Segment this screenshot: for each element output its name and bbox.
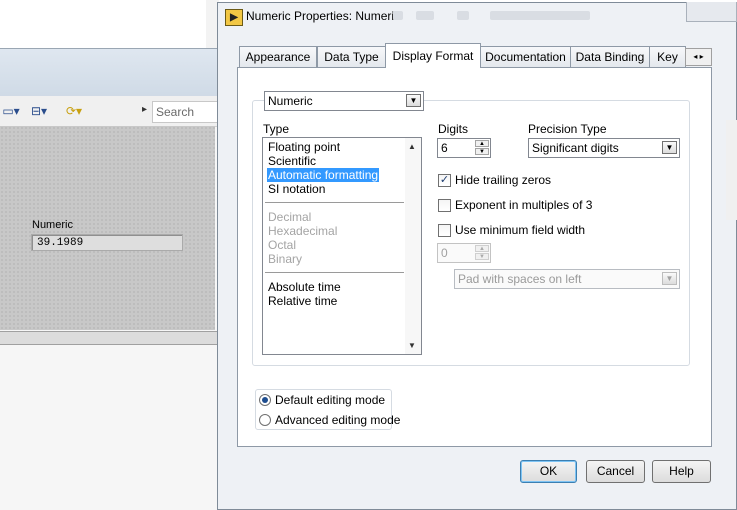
hide-trailing-zeros-checkbox[interactable]: ✓ [438,174,451,187]
list-item-disabled: Decimal [268,210,312,224]
decrement-icon: ▼ [475,253,489,260]
tab-key[interactable]: Key [649,46,686,68]
type-label: Type [263,122,290,136]
obscured-text [490,11,590,20]
list-item-disabled: Octal [268,238,297,252]
advanced-editing-mode-radio[interactable] [259,414,271,426]
obscured-text [416,11,434,20]
tab-scroll-arrows[interactable]: ◂ ▸ [685,48,712,66]
distribute-objects-icon[interactable]: ⊟▾ [28,103,50,119]
listbox-scrollbar[interactable]: ▲ ▼ [405,138,421,354]
format-dropdown[interactable]: Numeric ▼ [264,91,424,111]
type-listbox[interactable]: Floating point Scientific Automatic form… [262,137,422,355]
background-window-edge [726,120,737,220]
list-item[interactable]: Scientific [268,154,316,168]
scroll-down-icon[interactable]: ▼ [408,341,416,350]
tab-documentation[interactable]: Documentation [480,46,571,68]
tab-data-type[interactable]: Data Type [317,46,386,68]
dialog-title: Numeric Properties: Numeric [246,9,401,23]
precision-type-label: Precision Type [528,122,607,136]
default-editing-mode-label[interactable]: Default editing mode [275,393,385,407]
ok-button[interactable]: OK [520,460,577,483]
chevron-down-icon: ▼ [662,141,677,154]
tab-data-binding[interactable]: Data Binding [570,46,650,68]
scroll-up-icon[interactable]: ▲ [408,142,416,151]
radio-dot-icon [262,397,268,403]
hide-trailing-zeros-label[interactable]: Hide trailing zeros [455,173,551,187]
list-item[interactable]: SI notation [268,182,325,196]
list-item-selected[interactable]: Automatic formatting [267,168,380,182]
list-item[interactable]: Relative time [268,294,337,308]
advanced-editing-mode-label[interactable]: Advanced editing mode [275,413,400,427]
align-objects-icon[interactable]: ▭▾ [0,103,22,119]
tab-appearance[interactable]: Appearance [239,46,317,68]
increment-icon: ▲ [475,245,489,252]
decrement-icon[interactable]: ▼ [475,148,489,155]
list-item-disabled: Hexadecimal [268,224,338,238]
min-width-stepper: 0 ▲ ▼ [437,243,491,263]
obscured-text [393,11,403,20]
reorder-icon[interactable]: ⟳▾ [63,103,85,119]
list-item[interactable]: Absolute time [268,280,341,294]
exponent-multiples-checkbox[interactable] [438,199,451,212]
help-button[interactable]: Help [652,460,711,483]
numeric-control-label: Numeric [32,219,73,231]
background-scrollbar[interactable] [0,331,219,345]
chevron-down-icon: ▼ [662,272,677,285]
precision-type-dropdown[interactable]: Significant digits ▼ [528,138,680,158]
background-window-titlebar [0,48,219,97]
padding-dropdown: Pad with spaces on left ▼ [454,269,680,289]
use-min-width-checkbox[interactable] [438,224,451,237]
increment-icon[interactable]: ▲ [475,140,489,147]
list-separator [265,202,404,203]
cancel-button[interactable]: Cancel [586,460,645,483]
tab-display-format[interactable]: Display Format [385,43,481,68]
background-desktop-area [0,0,207,48]
use-min-width-label[interactable]: Use minimum field width [455,223,585,237]
default-editing-mode-radio[interactable] [259,394,271,406]
chevron-down-icon: ▼ [406,94,421,107]
list-item[interactable]: Floating point [268,140,340,154]
exponent-multiples-label[interactable]: Exponent in multiples of 3 [455,198,592,212]
labview-app-icon: ▶ [225,9,243,26]
window-controls[interactable] [686,2,737,22]
list-separator [265,272,404,273]
list-item-disabled: Binary [268,252,303,266]
search-options-icon[interactable]: ▸ [142,104,147,115]
digits-stepper[interactable]: 6 ▲ ▼ [437,138,491,158]
obscured-text [457,11,469,20]
numeric-control-field[interactable]: 39.1989 [31,234,183,251]
checkmark-icon: ✓ [439,174,450,186]
digits-label: Digits [438,122,469,136]
